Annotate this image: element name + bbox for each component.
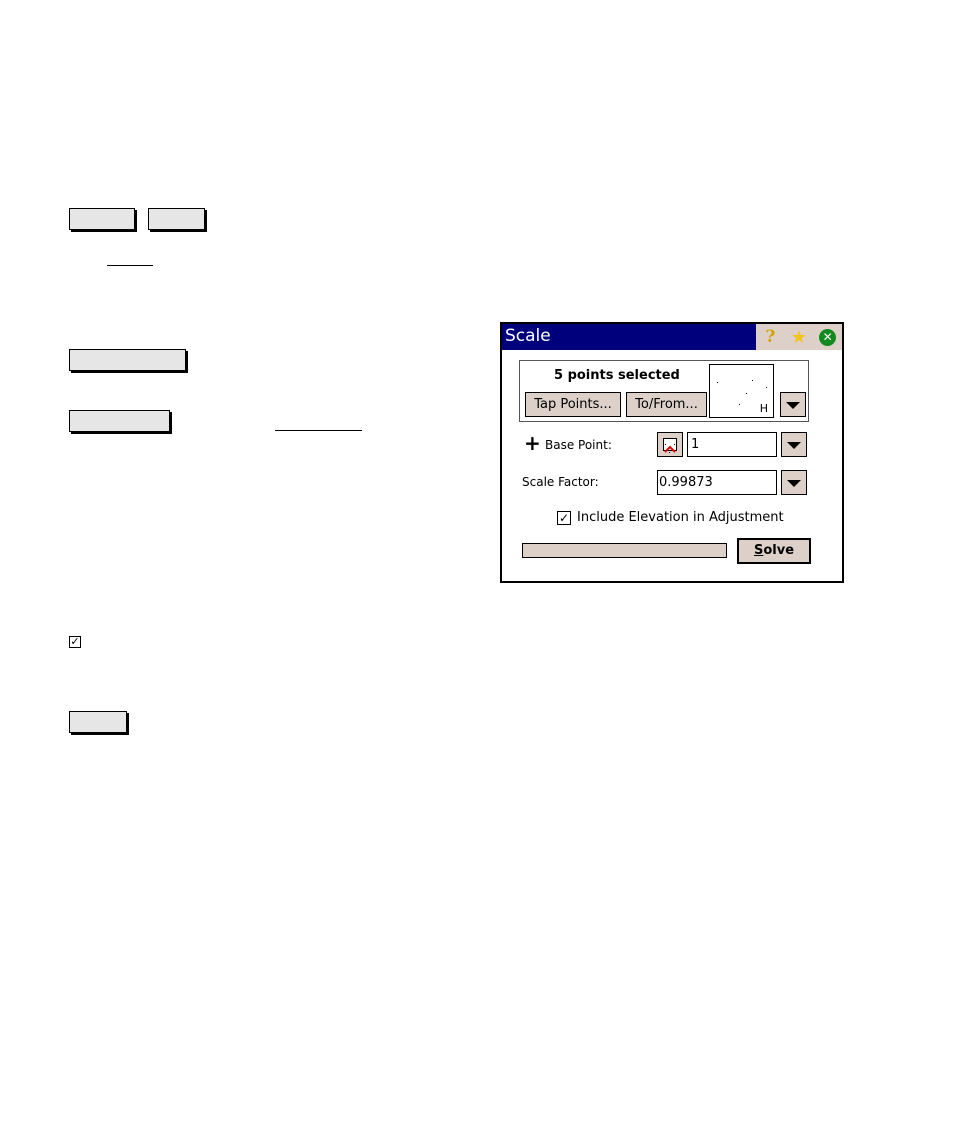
solve-button[interactable]: Solve bbox=[737, 538, 811, 564]
preview-point bbox=[739, 404, 740, 405]
preview-point bbox=[766, 387, 767, 388]
selection-dropdown-button[interactable] bbox=[780, 392, 806, 417]
scale-window: Scale ? ★ ✕ 5 points selected Tap Points… bbox=[500, 322, 844, 583]
doc-button-1[interactable] bbox=[69, 208, 135, 230]
progress-bar bbox=[522, 543, 727, 558]
tap-points-button[interactable]: Tap Points... bbox=[525, 392, 621, 417]
map-select-button[interactable] bbox=[657, 432, 683, 457]
doc-button-4[interactable] bbox=[69, 410, 170, 432]
scale-factor-dropdown-button[interactable] bbox=[781, 470, 807, 495]
solve-label: olve bbox=[763, 543, 795, 558]
doc-button-2[interactable] bbox=[148, 208, 205, 230]
points-selected-text: 5 points selected bbox=[554, 368, 680, 383]
title-icons: ? ★ ✕ bbox=[756, 324, 842, 350]
selection-group: 5 points selected Tap Points... To/From.… bbox=[519, 360, 809, 422]
doc-underline-1 bbox=[107, 265, 153, 266]
doc-underline-2 bbox=[275, 430, 362, 431]
star-icon[interactable]: ★ bbox=[789, 327, 809, 348]
include-elevation-label[interactable]: Include Elevation in Adjustment bbox=[577, 510, 784, 525]
scale-factor-input[interactable]: 0.99873 bbox=[657, 470, 777, 495]
window-title: Scale bbox=[505, 326, 551, 346]
points-preview: H bbox=[709, 364, 774, 418]
preview-point bbox=[717, 382, 718, 383]
base-point-label: Base Point: bbox=[545, 438, 612, 452]
close-icon: ✕ bbox=[819, 328, 837, 346]
close-button[interactable]: ✕ bbox=[818, 327, 838, 347]
base-point-dropdown-button[interactable] bbox=[781, 432, 807, 457]
doc-button-5[interactable] bbox=[69, 711, 127, 733]
preview-label: H bbox=[759, 402, 768, 415]
doc-checkbox-icon: ✓ bbox=[69, 635, 81, 648]
preview-point bbox=[752, 380, 753, 381]
base-point-input[interactable]: 1 bbox=[687, 432, 777, 457]
solve-accel: S bbox=[753, 543, 764, 558]
scale-factor-label: Scale Factor: bbox=[522, 475, 599, 489]
to-from-button[interactable]: To/From... bbox=[626, 392, 707, 417]
plus-icon: + bbox=[524, 431, 541, 455]
include-elevation-checkbox[interactable]: ✓ bbox=[557, 511, 571, 525]
doc-button-3[interactable] bbox=[69, 349, 186, 371]
title-bar: Scale ? ★ ✕ bbox=[502, 324, 842, 350]
map-select-icon bbox=[663, 438, 677, 453]
preview-point bbox=[746, 393, 747, 394]
help-icon[interactable]: ? bbox=[760, 327, 780, 347]
